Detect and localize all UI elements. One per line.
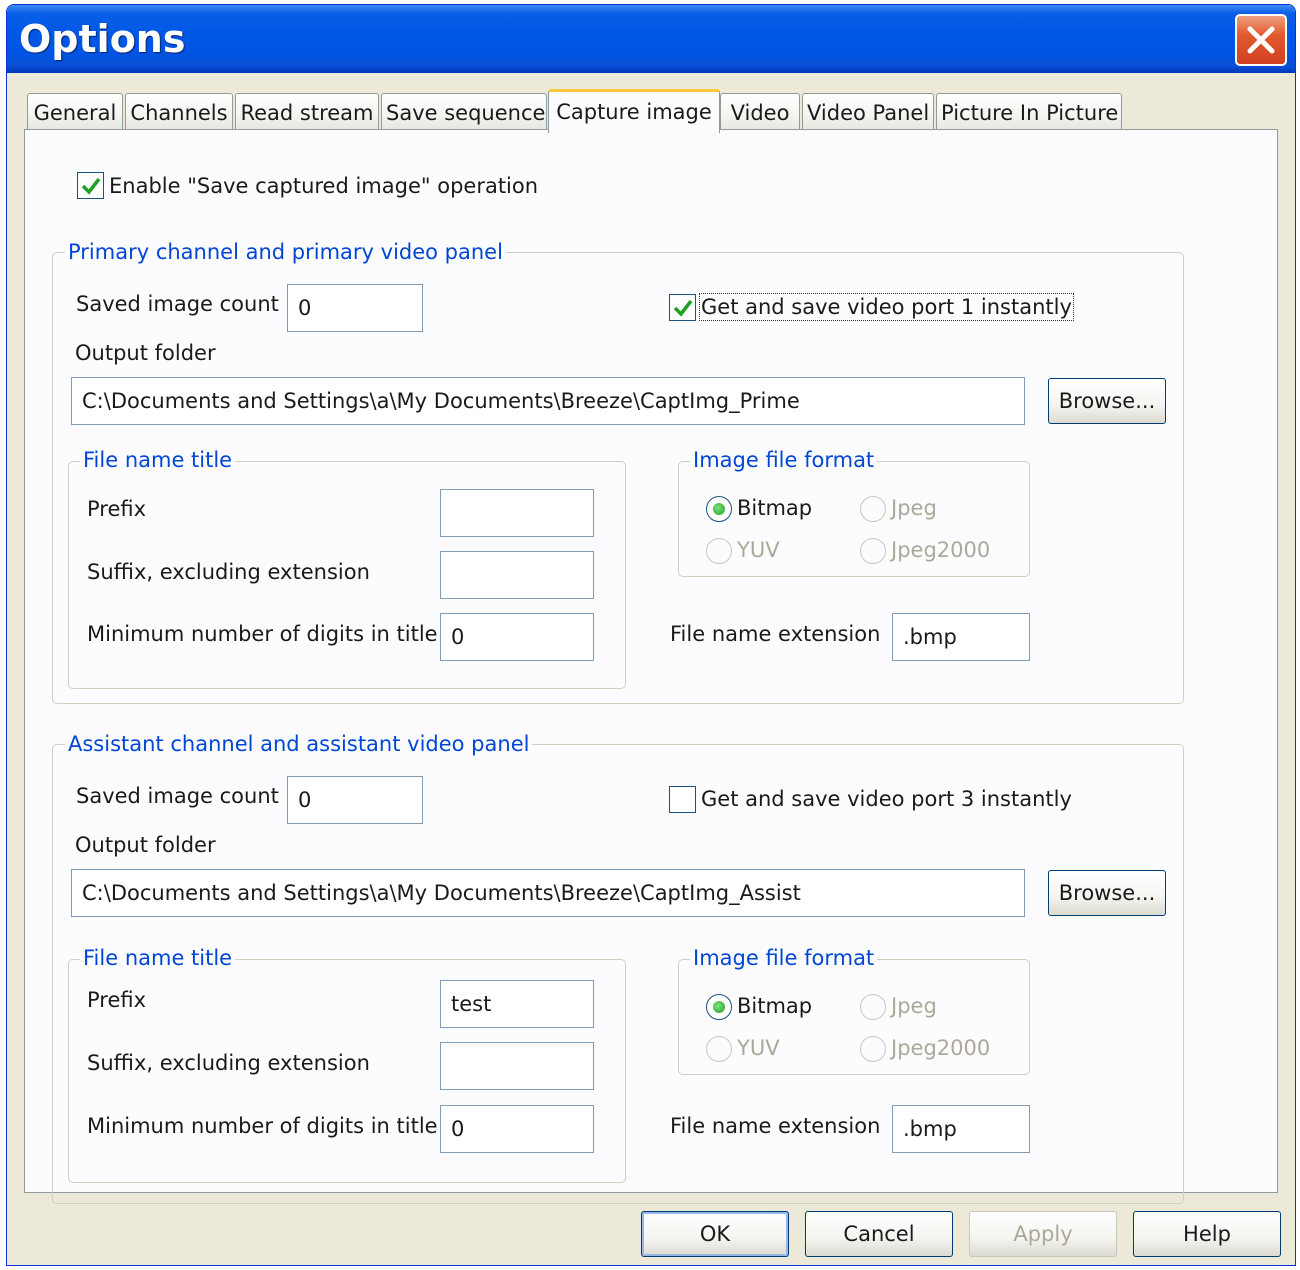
assistant-instant-checkbox[interactable] [669,786,696,813]
tab-save-sequence[interactable]: Save sequence [381,93,547,131]
primary-browse-button[interactable]: Browse... [1048,378,1166,424]
primary-saved-count-label: Saved image count [76,292,279,316]
assistant-format-jpeg-radio[interactable] [860,994,886,1020]
capture-image-panel: Enable "Save captured image" operation P… [24,129,1278,1204]
primary-format-yuv-label: YUV [737,538,780,562]
ok-button[interactable]: OK [641,1211,789,1257]
assistant-image-format-title: Image file format [690,946,878,970]
primary-suffix-label: Suffix, excluding extension [87,560,370,584]
assistant-group-title: Assistant channel and assistant video pa… [65,732,533,756]
assistant-extension-label: File name extension [670,1114,881,1138]
primary-min-digits-label: Minimum number of digits in title [87,622,438,646]
assistant-extension-field[interactable]: .bmp [892,1105,1030,1153]
assistant-format-jpeg2000-radio[interactable] [860,1036,886,1062]
primary-prefix-label: Prefix [87,497,147,521]
tab-channels[interactable]: Channels [125,93,233,131]
primary-saved-count-field[interactable]: 0 [287,284,423,332]
assistant-format-yuv-radio[interactable] [706,1036,732,1062]
selected-dot-icon [713,503,725,515]
primary-image-format-title: Image file format [690,448,878,472]
primary-format-jpeg2000-radio[interactable] [860,538,886,564]
assistant-output-folder-label: Output folder [75,833,216,857]
tab-capture-image[interactable]: Capture image [548,89,720,133]
primary-format-yuv-radio[interactable] [706,538,732,564]
assistant-min-digits-field[interactable]: 0 [440,1105,594,1153]
enable-save-checkbox[interactable] [77,172,104,199]
assistant-saved-count-field[interactable]: 0 [287,776,423,824]
primary-format-jpeg-radio[interactable] [860,496,886,522]
apply-button[interactable]: Apply [969,1211,1117,1257]
primary-instant-label: Get and save video port 1 instantly [699,293,1074,321]
primary-format-bitmap-radio[interactable] [706,496,732,522]
assistant-format-jpeg-label: Jpeg [891,994,937,1018]
primary-group-title: Primary channel and primary video panel [65,240,506,264]
cancel-button[interactable]: Cancel [805,1211,953,1257]
primary-output-folder-label: Output folder [75,341,216,365]
primary-format-bitmap-label: Bitmap [737,496,813,520]
primary-instant-checkbox[interactable] [669,294,696,321]
options-dialog: Options General Channels Read stream Sav… [6,4,1296,1266]
assistant-format-bitmap-label: Bitmap [737,994,813,1018]
primary-extension-field[interactable]: .bmp [892,613,1030,661]
assistant-prefix-field[interactable]: test [440,980,594,1028]
assistant-suffix-field[interactable] [440,1042,594,1090]
tab-read-stream[interactable]: Read stream [235,93,379,131]
assistant-output-folder-field[interactable]: C:\Documents and Settings\a\My Documents… [71,869,1025,917]
primary-extension-label: File name extension [670,622,881,646]
title-bar[interactable]: Options [7,5,1295,73]
window-title: Options [19,17,186,61]
primary-min-digits-field[interactable]: 0 [440,613,594,661]
enable-save-label: Enable "Save captured image" operation [109,174,539,198]
primary-output-folder-field[interactable]: C:\Documents and Settings\a\My Documents… [71,377,1025,425]
tab-picture-in-picture[interactable]: Picture In Picture [936,93,1122,131]
assistant-suffix-label: Suffix, excluding extension [87,1051,370,1075]
selected-dot-icon [713,1001,725,1013]
assistant-prefix-label: Prefix [87,988,147,1012]
primary-format-jpeg-label: Jpeg [891,496,937,520]
assistant-format-jpeg2000-label: Jpeg2000 [891,1036,991,1060]
tab-video-panel[interactable]: Video Panel [802,93,934,131]
assistant-format-yuv-label: YUV [737,1036,780,1060]
assistant-saved-count-label: Saved image count [76,784,279,808]
primary-file-name-title: File name title [80,448,236,472]
assistant-min-digits-label: Minimum number of digits in title [87,1114,438,1138]
assistant-browse-button[interactable]: Browse... [1048,870,1166,916]
primary-suffix-field[interactable] [440,551,594,599]
primary-format-jpeg2000-label: Jpeg2000 [891,538,991,562]
assistant-file-name-title: File name title [80,946,236,970]
close-button[interactable] [1235,14,1287,66]
assistant-instant-label: Get and save video port 3 instantly [701,787,1072,811]
tab-video[interactable]: Video [720,93,800,131]
tab-general[interactable]: General [27,93,123,131]
help-button[interactable]: Help [1133,1211,1281,1257]
assistant-format-bitmap-radio[interactable] [706,994,732,1020]
primary-prefix-field[interactable] [440,489,594,537]
